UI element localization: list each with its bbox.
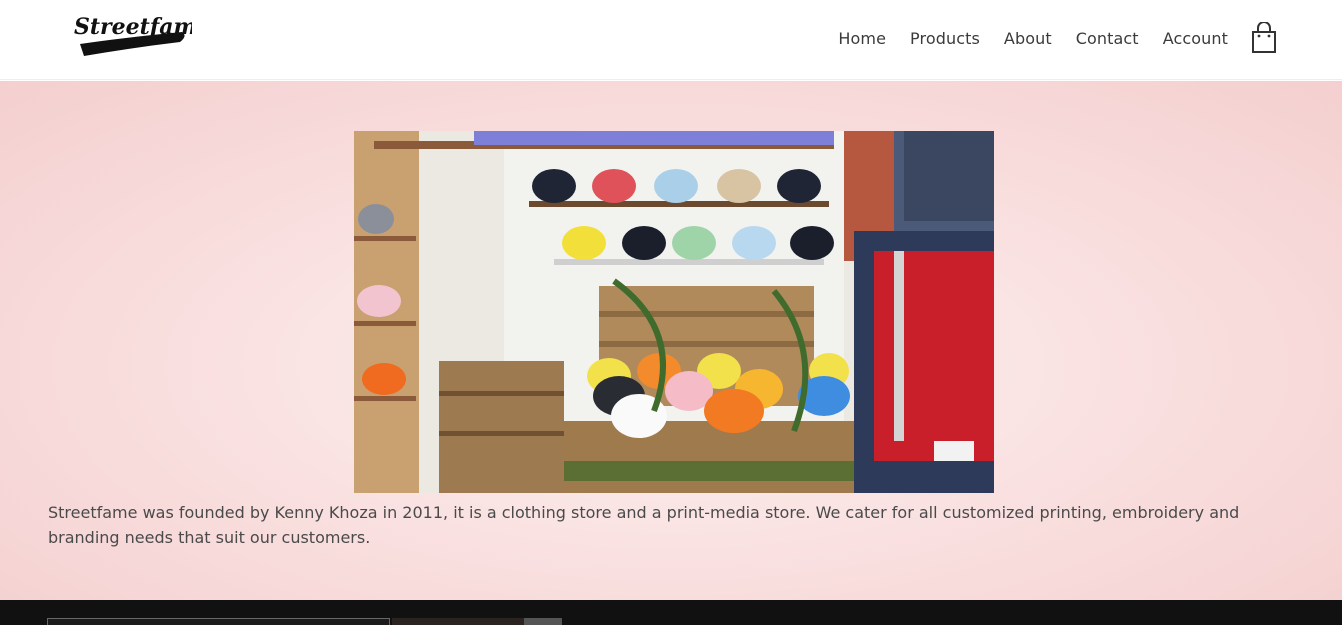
nav-home-link[interactable]: Home [838,29,886,48]
nav-about-link[interactable]: About [1004,29,1052,48]
footer-panel [47,618,390,625]
streetfame-logo[interactable]: Streetfame [70,10,192,56]
main-nav: Home Products About Contact Account [814,20,1278,56]
about-description: Streetfame was founded by Kenny Khoza in… [48,503,1240,547]
store-photo [354,131,994,493]
shopping-bag-icon[interactable] [1250,22,1278,54]
nav-contact-link[interactable]: Contact [1076,29,1139,48]
site-header: Streetfame Home Products About Contact A… [0,0,1342,80]
footer-image [392,618,524,625]
about-section: Streetfame was founded by Kenny Khoza in… [0,81,1342,600]
nav-products-link[interactable]: Products [910,29,980,48]
footer-panel-secondary [524,618,562,625]
nav-account-link[interactable]: Account [1163,29,1228,48]
svg-text:Streetfame: Streetfame [74,14,192,40]
footer-strip [0,600,1342,625]
